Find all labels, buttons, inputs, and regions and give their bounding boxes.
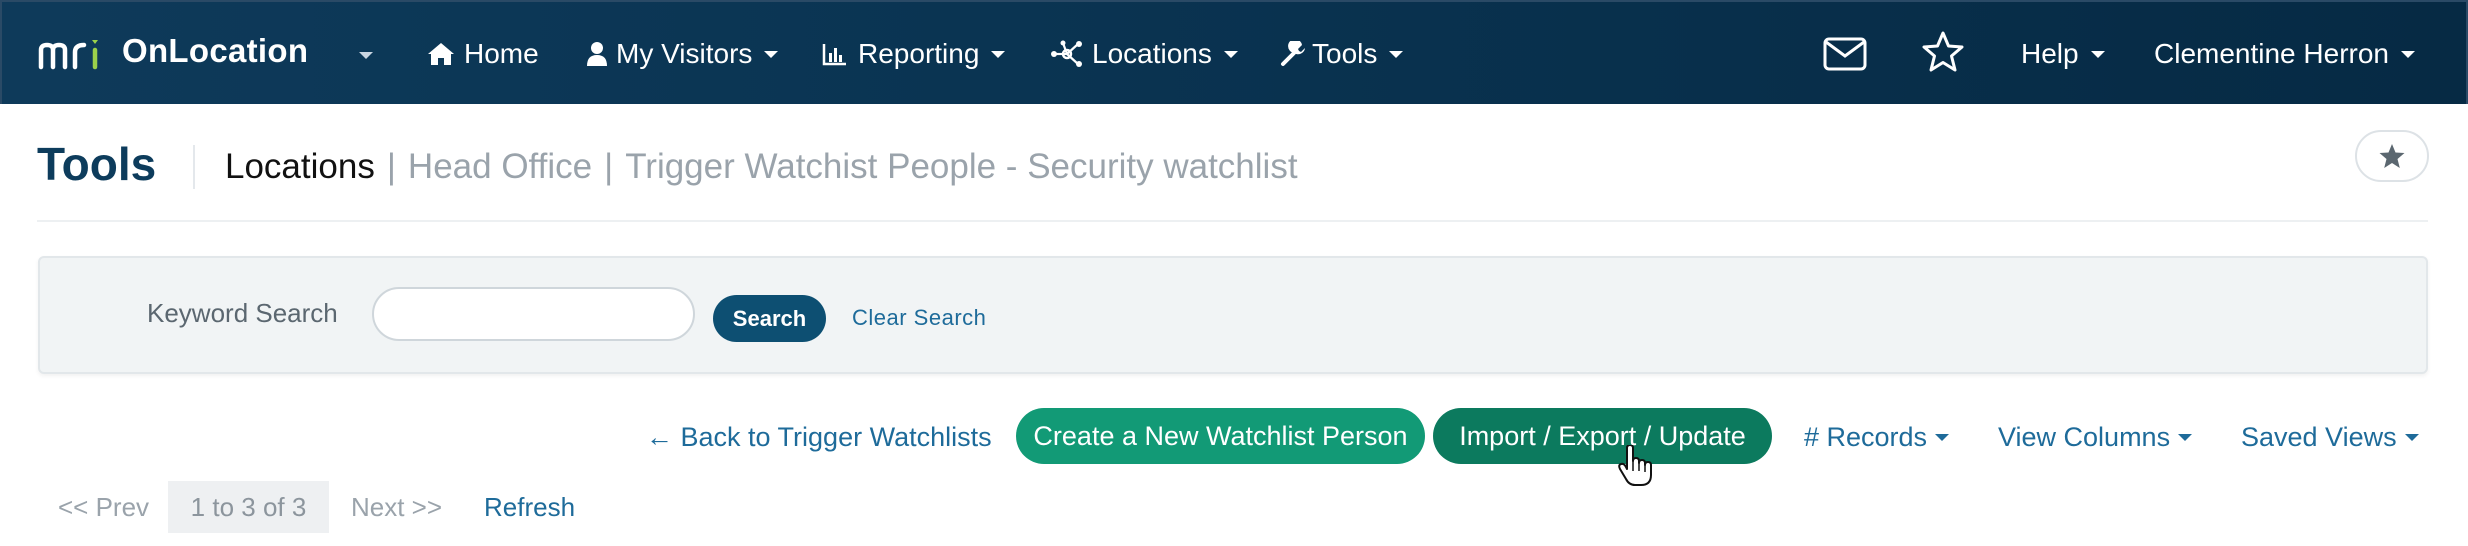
top-navbar: OnLocation Home My Visitors Reporting Lo… bbox=[0, 0, 2468, 104]
mri-logo-icon bbox=[38, 40, 98, 70]
chevron-down-icon bbox=[1389, 50, 1404, 58]
nav-tools-label: Tools bbox=[1312, 38, 1378, 69]
view-columns-label: View Columns bbox=[1998, 422, 2171, 452]
chevron-down-icon bbox=[2178, 434, 2193, 441]
breadcrumb: Locations | Head Office | Trigger Watchist P… bbox=[225, 147, 1298, 187]
nav-reporting-label: Reporting bbox=[858, 38, 980, 69]
records-dropdown[interactable]: # Records bbox=[1804, 422, 1950, 453]
home-icon bbox=[428, 43, 454, 65]
header-divider bbox=[37, 220, 2428, 222]
keyword-search-label: Keyword Search bbox=[147, 298, 338, 328]
saved-views-label: Saved Views bbox=[2241, 422, 2397, 452]
help-menu[interactable]: Help bbox=[2021, 34, 2105, 74]
nav-my-visitors[interactable]: My Visitors bbox=[586, 34, 779, 74]
saved-views-dropdown[interactable]: Saved Views bbox=[2241, 422, 2419, 453]
breadcrumb-head-office[interactable]: Head Office bbox=[408, 147, 592, 186]
import-export-update-button[interactable]: Import / Export / Update bbox=[1433, 408, 1772, 464]
chevron-down-icon bbox=[1935, 434, 1950, 441]
nav-home-label: Home bbox=[464, 38, 539, 69]
messages-button[interactable] bbox=[1822, 34, 1868, 74]
records-label: # Records bbox=[1804, 422, 1928, 452]
back-to-trigger-watchlists-link[interactable]: ← Back to Trigger Watchlists bbox=[646, 422, 992, 453]
pagination-next[interactable]: Next >> bbox=[351, 492, 442, 523]
breadcrumb-separator: | bbox=[386, 147, 396, 186]
mail-icon bbox=[1823, 37, 1867, 71]
pagination-range: 1 to 3 of 3 bbox=[168, 481, 329, 533]
user-icon bbox=[587, 42, 607, 66]
chevron-down-icon bbox=[764, 50, 779, 58]
bar-chart-icon bbox=[822, 44, 846, 66]
clear-search-link[interactable]: Clear Search bbox=[852, 305, 986, 331]
chevron-down-icon bbox=[1223, 50, 1238, 58]
nav-home[interactable]: Home bbox=[426, 34, 539, 74]
chevron-down-icon bbox=[2090, 50, 2105, 58]
help-label: Help bbox=[2021, 38, 2079, 69]
chevron-down-icon bbox=[2404, 434, 2419, 441]
breadcrumb-separator: | bbox=[604, 147, 614, 186]
hand-pointer-cursor-icon bbox=[1618, 445, 1652, 486]
favorite-page-button[interactable] bbox=[2355, 130, 2429, 182]
view-columns-dropdown[interactable]: View Columns bbox=[1998, 422, 2193, 453]
page-title: Tools bbox=[37, 138, 157, 190]
user-menu[interactable]: Clementine Herron bbox=[2154, 34, 2415, 74]
breadcrumb-watchlist: Trigger Watchist People - Security watch… bbox=[625, 147, 1298, 186]
chevron-down-icon bbox=[991, 50, 1006, 58]
create-watchlist-person-button[interactable]: Create a New Watchlist Person bbox=[1016, 408, 1425, 464]
nav-locations-label: Locations bbox=[1092, 38, 1212, 69]
nav-reporting[interactable]: Reporting bbox=[822, 34, 1006, 74]
brand-menu-caret[interactable] bbox=[359, 52, 373, 59]
title-divider bbox=[193, 145, 195, 189]
nav-locations[interactable]: Locations bbox=[1050, 34, 1238, 74]
favorites-button[interactable] bbox=[1920, 31, 1966, 72]
nav-tools[interactable]: Tools bbox=[1280, 34, 1404, 74]
user-name: Clementine Herron bbox=[2154, 38, 2389, 69]
pagination-prev[interactable]: << Prev bbox=[58, 492, 149, 523]
mri-logo[interactable] bbox=[38, 34, 108, 76]
wrench-icon bbox=[1281, 41, 1305, 66]
star-icon bbox=[1922, 31, 1964, 72]
brand-name[interactable]: OnLocation bbox=[122, 32, 308, 70]
nav-my-visitors-label: My Visitors bbox=[616, 38, 753, 69]
refresh-link[interactable]: Refresh bbox=[484, 492, 575, 523]
keyword-search-input[interactable] bbox=[372, 287, 695, 341]
breadcrumb-locations[interactable]: Locations bbox=[225, 147, 375, 186]
chevron-down-icon bbox=[2401, 50, 2415, 58]
search-button[interactable]: Search bbox=[713, 295, 826, 342]
network-icon bbox=[1051, 40, 1082, 67]
star-icon bbox=[2379, 144, 2405, 168]
